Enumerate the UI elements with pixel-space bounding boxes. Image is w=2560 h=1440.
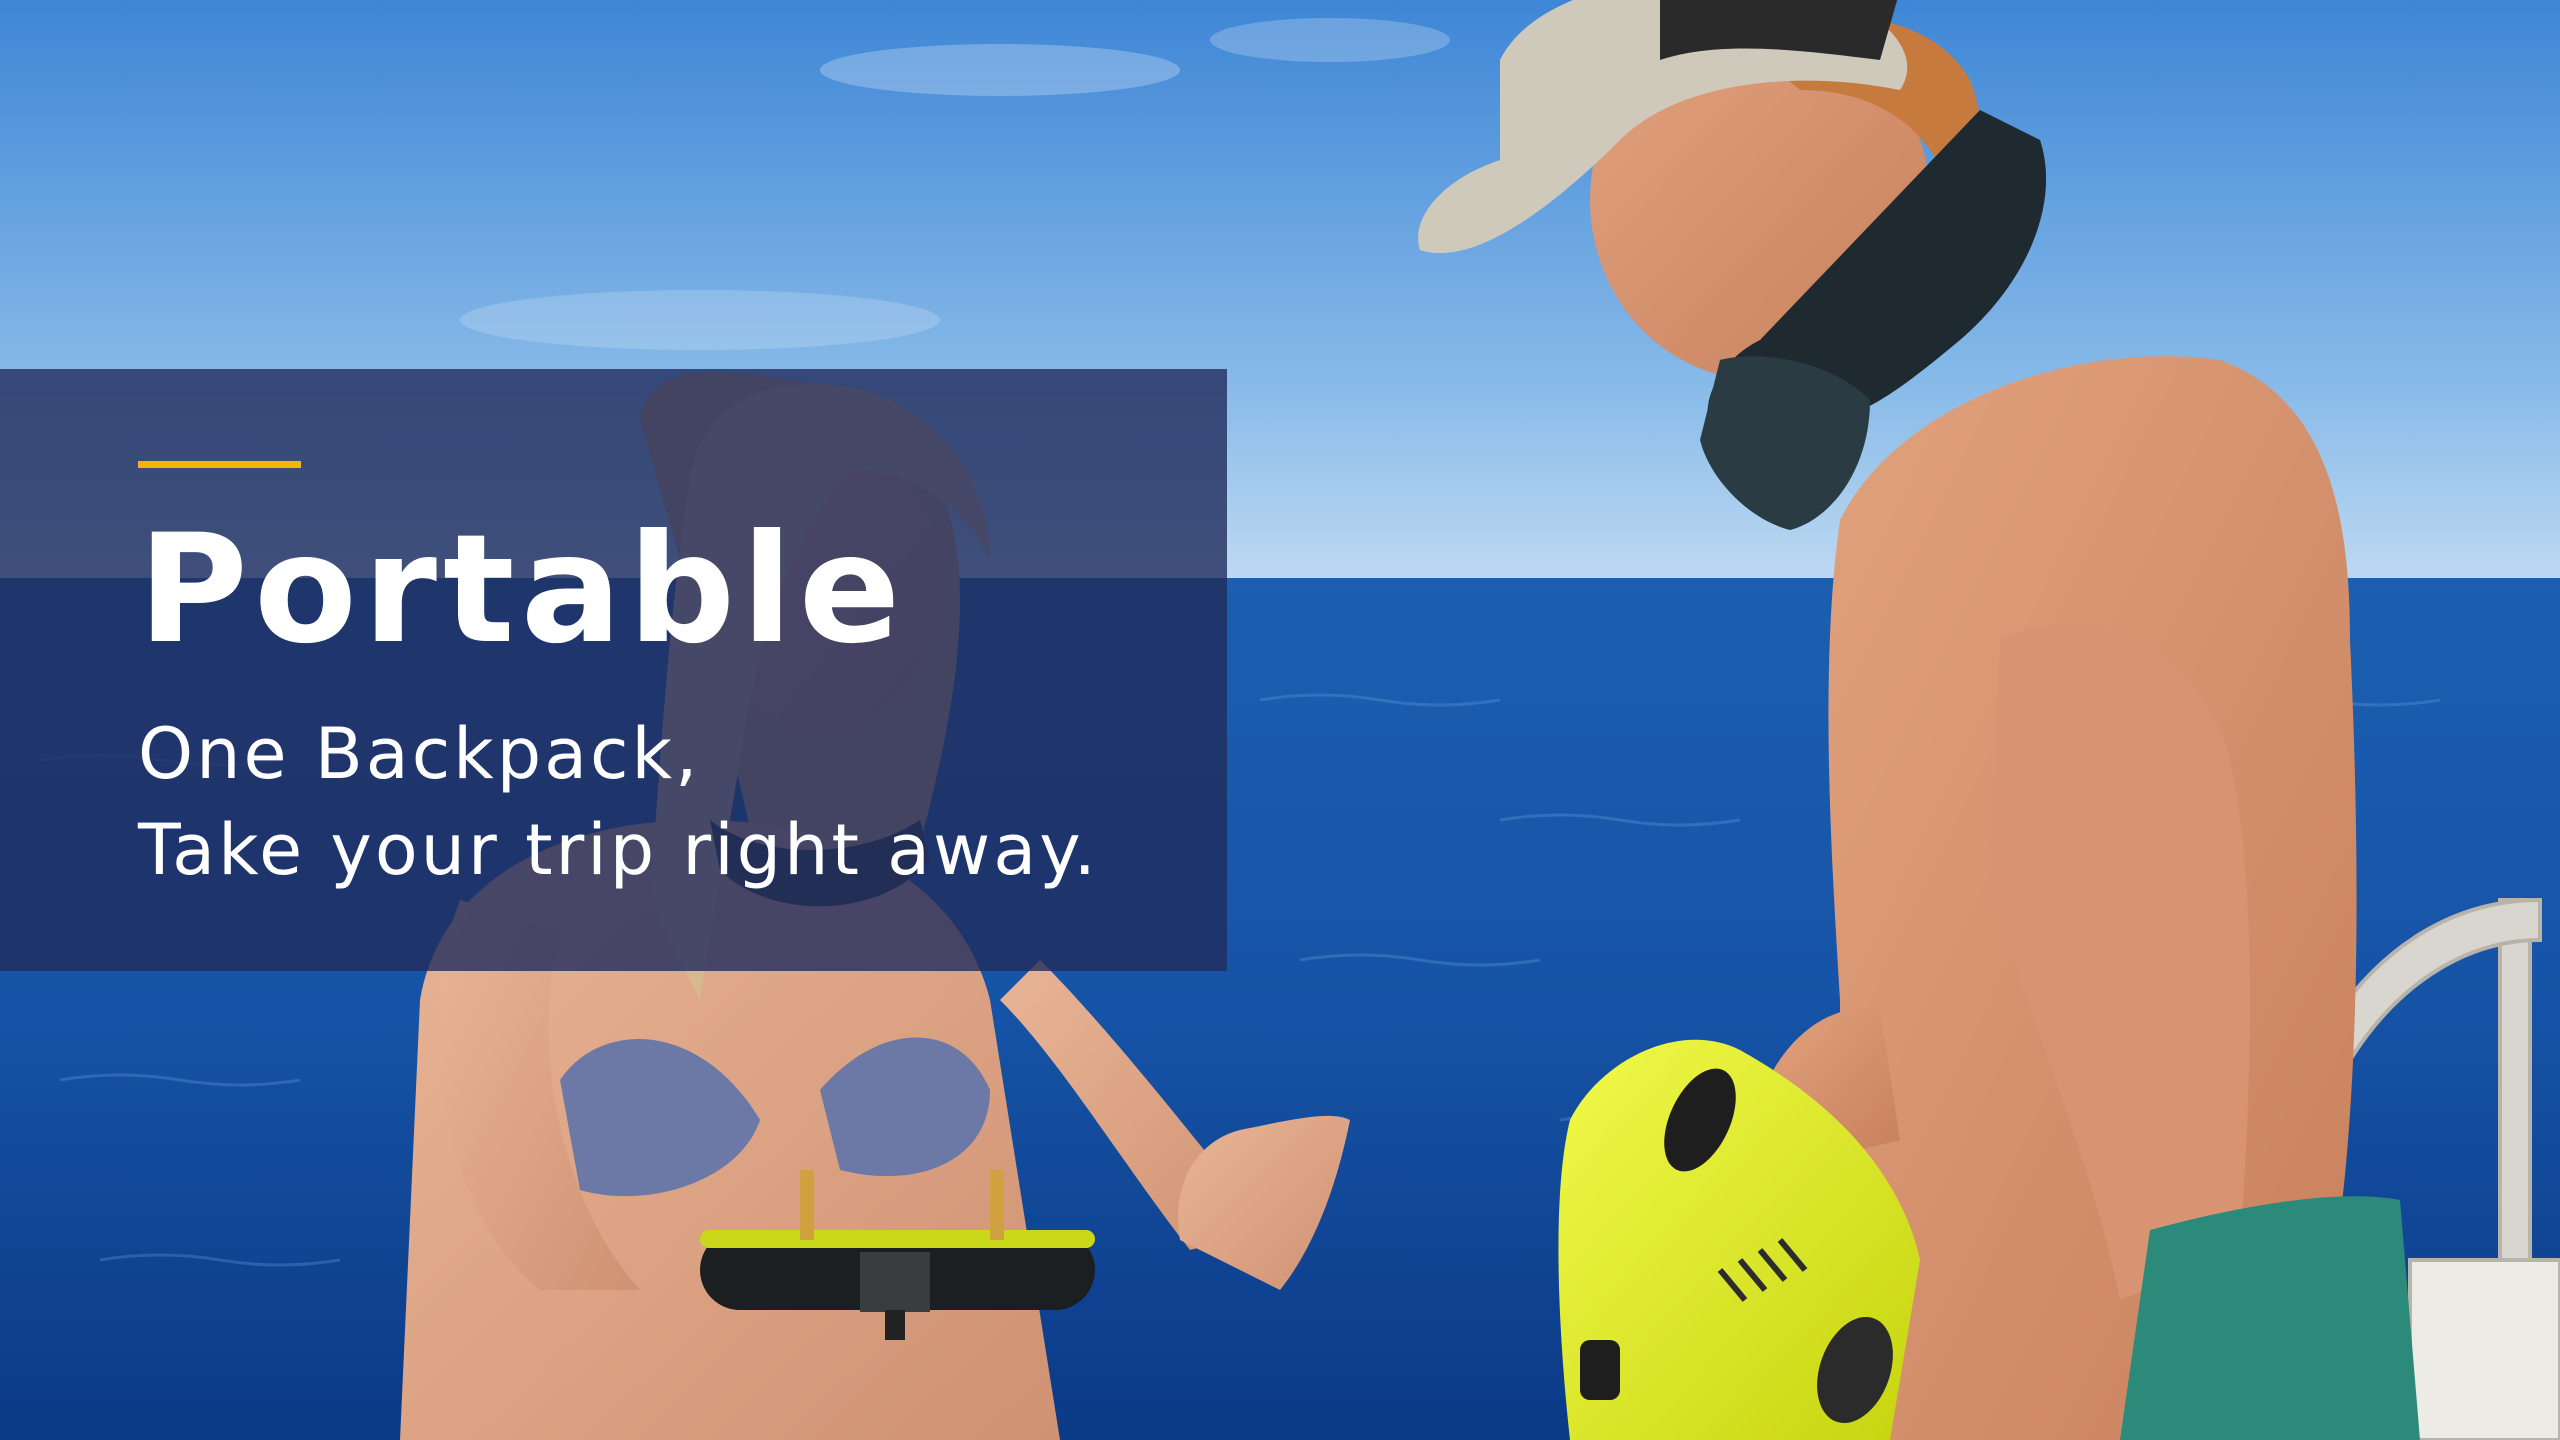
tagline-line-2: Take your trip right away.: [138, 809, 1099, 891]
accent-underline: [138, 461, 301, 468]
tagline-line-1: One Backpack,: [138, 713, 701, 795]
cloud: [820, 44, 1180, 96]
cloud: [1210, 18, 1450, 62]
headline: Portable: [138, 503, 907, 677]
tagline: One Backpack, Take your trip right away.: [138, 706, 1099, 898]
cloud: [460, 290, 940, 350]
